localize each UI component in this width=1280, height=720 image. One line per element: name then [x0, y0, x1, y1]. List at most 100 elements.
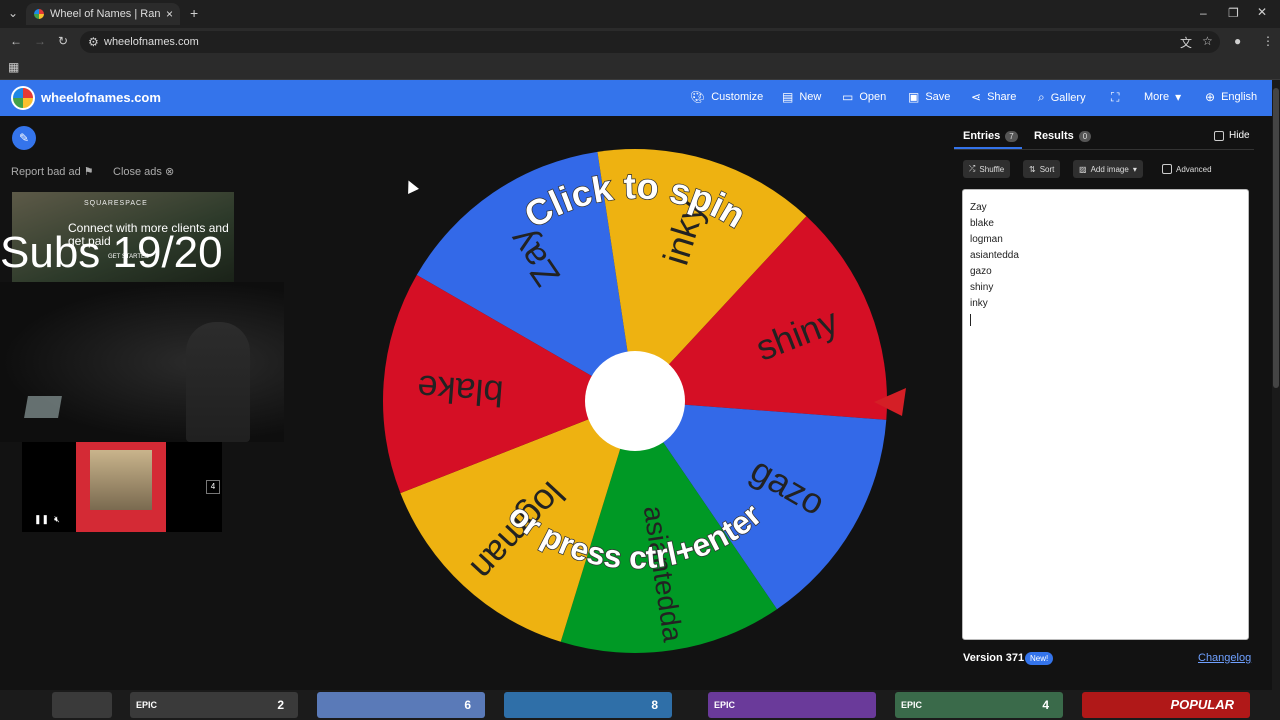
text-caret [970, 314, 971, 326]
flag-icon: ⚑ [83, 166, 94, 178]
close-ads-label: Close ads [113, 166, 162, 178]
video-ad-image [90, 450, 152, 510]
changelog-link[interactable]: Changelog [1198, 652, 1251, 664]
brand-title[interactable]: wheelofnames.com [41, 90, 161, 105]
nav-fullscreen[interactable]: ⛶ [1111, 90, 1119, 105]
maximize-icon[interactable]: ❐ [1228, 6, 1239, 20]
url-field[interactable]: ⚙ wheelofnames.com [80, 31, 1220, 53]
entry-line: gazo [970, 266, 992, 277]
entry-line: Zay [970, 202, 987, 213]
site-info-icon[interactable]: ⚙ [88, 31, 99, 53]
overlay-tile: EPIC 2 [130, 692, 298, 718]
profile-icon[interactable]: ● [1234, 34, 1241, 48]
tile-label: EPIC [901, 700, 923, 710]
report-bad-ad-link[interactable]: Report bad ad ⚑ [11, 165, 94, 178]
shuffle-label: Shuffle [979, 164, 1005, 174]
tab-close-icon[interactable]: × [166, 7, 173, 21]
folder-icon: ▭ [842, 90, 854, 104]
add-image-label: Add image [1090, 164, 1129, 174]
entry-line: blake [970, 218, 994, 229]
nav-gallery[interactable]: ⌕ Gallery [1038, 90, 1086, 105]
advanced-label: Advanced [1176, 164, 1212, 174]
nav-new[interactable]: ▤ New [782, 90, 821, 104]
favicon-icon [34, 9, 44, 19]
sort-icon: ⇅ [1029, 164, 1036, 174]
shuffle-icon: ⤮ [969, 164, 976, 173]
advanced-toggle[interactable]: Advanced [1156, 160, 1218, 178]
nav-label: Open [859, 91, 887, 103]
browser-tab[interactable]: Wheel of Names | Random nam × [26, 3, 180, 25]
apps-grid-icon[interactable]: ▦ [8, 60, 19, 74]
floppy-icon: ▣ [908, 90, 920, 104]
image-icon: ▨ [1079, 164, 1087, 174]
globe-icon: ⊕ [1205, 90, 1216, 104]
menu-kebab-icon[interactable]: ⋮ [1262, 34, 1274, 48]
entries-count-badge: 7 [1005, 130, 1018, 142]
nav-share[interactable]: ⋖ Share [971, 90, 1016, 104]
close-ads-link[interactable]: Close ads ⊗ [113, 165, 174, 178]
edit-pencil-button[interactable]: ✎ [12, 126, 36, 150]
tab-search-icon[interactable]: ⌄ [8, 6, 18, 20]
tab-entries[interactable]: Entries 7 [963, 130, 1018, 142]
add-image-button[interactable]: ▨ Add image ▾ [1073, 160, 1143, 178]
results-count-badge: 0 [1078, 130, 1092, 142]
overlay-tile-blank [52, 692, 112, 718]
overlay-tile: EPIC [708, 692, 876, 718]
bookmarks-bar: ▦ [0, 56, 1280, 80]
desk-light [24, 396, 62, 418]
wheel-segment-label: blake [416, 367, 505, 414]
spin-wheel[interactable]: Zay inkyshinygazoasianteddalogmanblakeCli… [380, 146, 890, 656]
nav-customize[interactable]: 🎨︎ Customize [690, 90, 763, 104]
sort-button[interactable]: ⇅ Sort [1023, 160, 1061, 178]
overlay-tile: POPULAR [1082, 692, 1250, 718]
pencil-icon: ✎ [18, 131, 30, 145]
overlay-tile: 8 [504, 692, 672, 718]
wheel-logo-icon[interactable] [11, 86, 35, 110]
overlay-tile: 6 [317, 692, 485, 718]
tab-results[interactable]: Results 0 [1034, 130, 1092, 142]
bookmark-star-icon[interactable]: ☆ [1202, 34, 1213, 48]
hide-toggle[interactable]: Hide [1214, 130, 1250, 141]
forward-icon[interactable]: → [34, 34, 46, 48]
wheel-hub[interactable] [585, 351, 685, 451]
tile-label: EPIC [136, 700, 158, 710]
pause-mute-controls[interactable]: ❚❚ 🔇︎ [34, 514, 60, 525]
webcam-feed [0, 282, 284, 442]
advanced-checkbox[interactable] [1162, 164, 1172, 174]
entry-line: logman [970, 234, 1003, 245]
nav-language[interactable]: ⊕ English [1205, 90, 1257, 104]
tile-label: EPIC [714, 700, 736, 710]
back-icon[interactable]: ← [10, 34, 22, 48]
new-tab-icon[interactable]: + [190, 5, 198, 21]
nav-open[interactable]: ▭ Open [842, 90, 886, 104]
close-window-icon[interactable]: ✕ [1257, 5, 1267, 19]
browser-tab-bar: ⌄ Wheel of Names | Random nam × + – ❐ ✕ [0, 0, 1280, 28]
nav-more[interactable]: More ▾ [1144, 90, 1181, 104]
palette-icon: 🎨︎ [690, 90, 706, 104]
tab-divider [954, 149, 1254, 150]
overlay-tile: EPIC 4 [895, 692, 1063, 718]
url-text: wheelofnames.com [104, 36, 199, 48]
tile-count: 4 [1042, 698, 1049, 712]
tile-count: 8 [651, 698, 658, 712]
tile-count: 2 [277, 698, 284, 712]
shuffle-button[interactable]: ⤮ Shuffle [963, 160, 1011, 178]
video-ad[interactable]: ❚❚ 🔇︎ 4 [22, 442, 222, 532]
close-circle-icon: ⊗ [164, 166, 175, 178]
share-icon: ⋖ [971, 90, 982, 104]
nav-save[interactable]: ▣ Save [908, 90, 950, 104]
entry-line: shiny [970, 282, 994, 293]
chevron-down-icon: ▾ [1175, 90, 1182, 104]
reload-icon[interactable]: ↻ [58, 34, 68, 48]
translate-icon[interactable]: 文 [1180, 34, 1192, 51]
hide-checkbox[interactable] [1214, 130, 1224, 141]
subs-overlay-text: Subs 19/20 [0, 228, 223, 277]
minimize-icon[interactable]: – [1200, 6, 1207, 20]
version-label: Version 371 [963, 652, 1025, 664]
entries-textarea[interactable]: Zay blake logman asiantedda gazo shiny i… [962, 189, 1249, 640]
hide-label: Hide [1229, 130, 1250, 141]
scrollbar-thumb[interactable] [1273, 88, 1279, 388]
streamer-silhouette [186, 322, 250, 442]
tile-label: POPULAR [1170, 697, 1234, 712]
page-scrollbar[interactable] [1272, 80, 1280, 690]
